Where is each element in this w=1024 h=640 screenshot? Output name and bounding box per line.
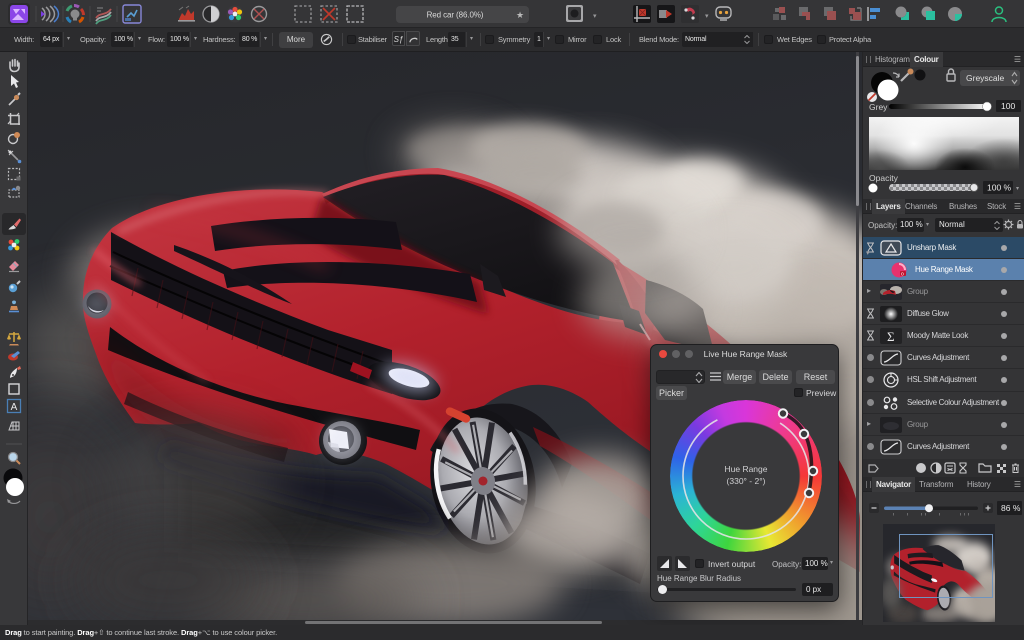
svg-text:Hue Range: Hue Range [724,464,767,474]
svg-text:86 %: 86 % [1001,503,1021,513]
svg-text:o: o [901,272,904,278]
svg-text:A: A [11,402,18,413]
svg-text:▾: ▾ [1016,186,1019,192]
svg-text:100: 100 [1001,101,1015,111]
svg-text:▾: ▾ [705,13,709,20]
svg-text:★: ★ [516,10,524,20]
svg-text:(330° - 2°): (330° - 2°) [727,476,766,486]
svg-text:Grey: Grey [869,102,888,112]
svg-text:Greyscale: Greyscale [966,73,1005,83]
svg-text:100 %: 100 % [987,183,1012,193]
svg-text:Red car (86.0%): Red car (86.0%) [427,11,484,20]
svg-text:Σ: Σ [887,329,895,344]
svg-text:▾: ▾ [593,13,597,20]
